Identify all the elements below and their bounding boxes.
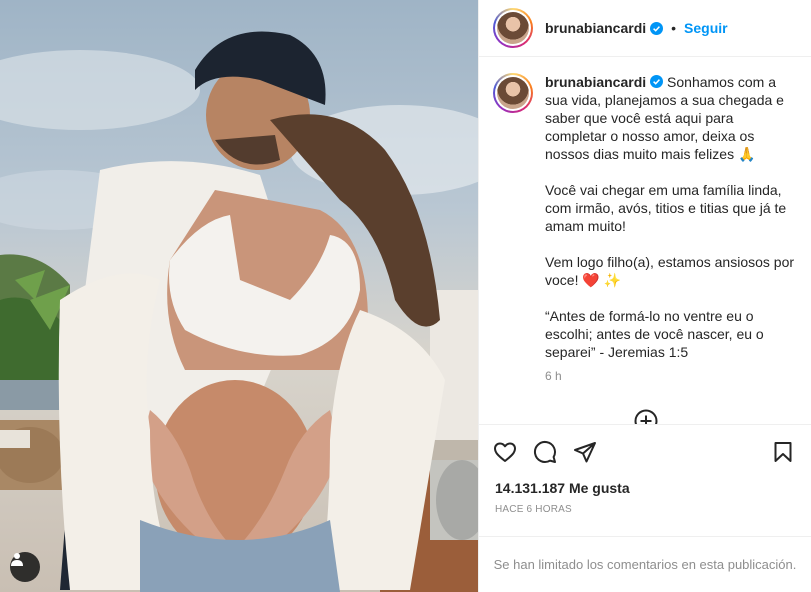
caption-paragraph-4: “Antes de formá-lo no ventre eu o escolh… bbox=[545, 308, 764, 360]
caption-avatar[interactable] bbox=[493, 73, 533, 113]
comments-area: brunabiancardi Sonhamos com a sua vida, … bbox=[479, 57, 811, 424]
author-username[interactable]: brunabiancardi bbox=[545, 20, 646, 36]
load-more-comments-button[interactable] bbox=[634, 409, 658, 424]
action-bar bbox=[479, 424, 811, 480]
post-date[interactable]: HACE 6 HORAS bbox=[479, 498, 811, 520]
follow-button[interactable]: Seguir bbox=[684, 20, 728, 36]
user-tags-button[interactable] bbox=[10, 552, 40, 582]
save-button[interactable] bbox=[771, 440, 797, 466]
bookmark-icon bbox=[774, 441, 792, 462]
plus-circle-icon bbox=[634, 409, 658, 424]
comment-bubble-icon bbox=[533, 440, 556, 463]
instagram-post: brunabiancardi • Seguir brunabiancardi S… bbox=[0, 0, 811, 592]
post-side-panel: brunabiancardi • Seguir brunabiancardi S… bbox=[478, 0, 811, 592]
caption-time-ago[interactable]: 6 h bbox=[545, 367, 797, 385]
header-separator: • bbox=[671, 20, 677, 36]
post-photo[interactable] bbox=[0, 0, 478, 592]
comment-button[interactable] bbox=[533, 440, 559, 466]
author-avatar[interactable] bbox=[493, 8, 533, 48]
user-tag-icon bbox=[11, 553, 23, 566]
caption-body: brunabiancardi Sonhamos com a sua vida, … bbox=[545, 73, 797, 385]
caption-paragraph-2: Você vai chegar em uma família linda, co… bbox=[545, 182, 787, 234]
share-button[interactable] bbox=[573, 440, 599, 466]
verified-badge-icon bbox=[650, 75, 664, 88]
comments-limited-notice: Se han limitado los comentarios en esta … bbox=[479, 536, 811, 592]
caption-paragraph-1: brunabiancardi Sonhamos com a sua vida, … bbox=[545, 73, 797, 163]
caption-paragraph-3: Vem logo filho(a), estamos ansiosos por … bbox=[545, 254, 795, 288]
paper-plane-icon bbox=[574, 441, 596, 462]
verified-badge-icon bbox=[650, 21, 664, 35]
likes-count[interactable]: 14.131.187 Me gusta bbox=[479, 480, 811, 498]
photo-illustration bbox=[0, 31, 478, 592]
like-button[interactable] bbox=[493, 440, 519, 466]
caption-username[interactable]: brunabiancardi bbox=[545, 74, 646, 90]
caption: brunabiancardi Sonhamos com a sua vida, … bbox=[493, 73, 797, 385]
post-header: brunabiancardi • Seguir bbox=[479, 0, 811, 57]
heart-icon bbox=[494, 442, 516, 462]
